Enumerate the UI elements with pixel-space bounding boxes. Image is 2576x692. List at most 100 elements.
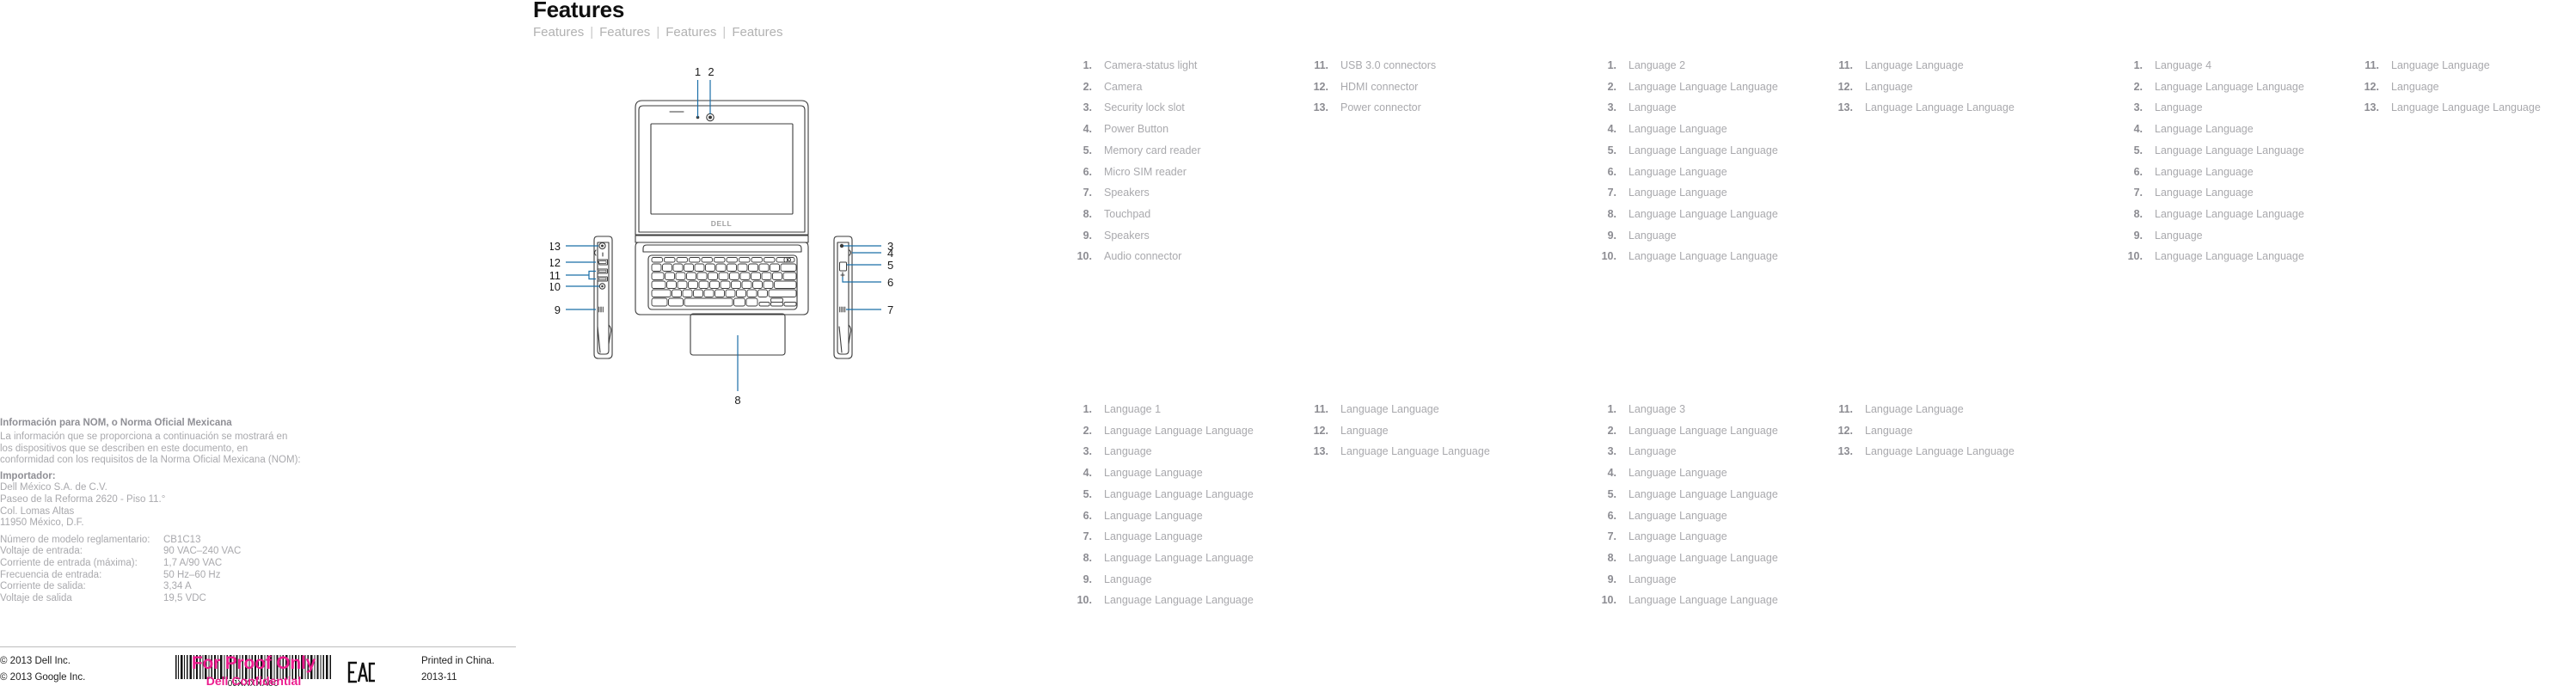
- feature-item-label: Language Language: [1104, 530, 1203, 543]
- feature-item-label: Micro SIM reader: [1104, 165, 1187, 178]
- feature-item: 6. Micro SIM reader: [1066, 162, 1303, 183]
- feature-item-label: Language: [2155, 101, 2203, 114]
- feature-item: 5. Language Language Language: [1591, 484, 1827, 505]
- nom-spec-row: Corriente de entrada (máxima): 1,7 A/90 V…: [0, 558, 241, 570]
- feature-item-label: Camera-status light: [1104, 59, 1198, 71]
- feature-column: 11. USB 3.0 connectors 12. HDMI connector 13…: [1303, 55, 1539, 267]
- feature-item-number: 13.: [2364, 101, 2379, 114]
- feature-item-number: 10.: [1601, 594, 1616, 607]
- feature-item: 7. Language Language: [2117, 182, 2353, 204]
- feature-list-language-1-bottom: 1. Language 1 2. Language Language Language…: [1066, 399, 1539, 611]
- feature-item: 13. Language Language Language: [1827, 441, 2064, 462]
- feature-item: 4. Language Language: [2117, 119, 2353, 140]
- feature-item-number: 11.: [1838, 59, 1853, 71]
- feature-item: 10. Audio connector: [1066, 246, 1303, 267]
- feature-item-label: Language: [1628, 573, 1677, 585]
- feature-item-number: 12.: [1313, 80, 1328, 93]
- callout-label-6: 6: [887, 276, 893, 289]
- feature-item-number: 7.: [1083, 187, 1092, 199]
- feature-item-number: 4.: [1083, 123, 1092, 136]
- feature-item-label: Language Language Language: [1628, 144, 1778, 156]
- nom-spec-row: Corriente de salida: 3,34 A: [0, 581, 241, 593]
- feature-item-label: Touchpad: [1104, 207, 1151, 220]
- feature-item: 2. Language Language Language: [1591, 420, 1827, 442]
- feature-item-label: HDMI connector: [1340, 80, 1419, 93]
- feature-item-label: Language Language: [1104, 467, 1203, 480]
- nom-spec-value: 1,7 A/90 VAC: [163, 557, 223, 568]
- feature-item: 12. HDMI connector: [1303, 77, 1539, 98]
- feature-item-number: 8.: [1607, 551, 1616, 564]
- nom-spec-row: Voltaje de salida 19,5 VDC: [0, 593, 241, 605]
- feature-item: 2. Language Language Language: [2117, 77, 2353, 98]
- feature-item: 10. Language Language Language: [2117, 246, 2353, 267]
- feature-item-number: 13.: [1837, 445, 1853, 458]
- feature-item-number: 6.: [1607, 165, 1616, 178]
- feature-item-number: 5.: [1607, 487, 1616, 500]
- subtitle-link-1[interactable]: Features: [533, 25, 584, 40]
- feature-item-label: Language Language Language: [1628, 424, 1778, 437]
- feature-item-number: 1.: [1083, 403, 1092, 415]
- feature-item-label: Language Language: [1628, 123, 1727, 136]
- feature-item-number: 11.: [1314, 59, 1328, 71]
- feature-item-label: Language Language: [2155, 123, 2254, 136]
- feature-item-number: 10.: [1076, 594, 1092, 607]
- feature-item-label: Language Language Language: [1628, 487, 1778, 500]
- feature-item-number: 4.: [1083, 467, 1092, 480]
- subtitle-separator: |: [656, 25, 660, 40]
- feature-item: 11. Language Language: [1303, 399, 1539, 420]
- feature-item-number: 7.: [1083, 530, 1092, 543]
- subtitle-link-4[interactable]: Features: [732, 25, 782, 40]
- feature-item: 7. Language Language: [1591, 526, 1827, 548]
- feature-item-number: 9.: [1083, 229, 1092, 242]
- feature-item: 3. Security lock slot: [1066, 97, 1303, 119]
- feature-item-label: Language Language Language: [1865, 101, 2015, 114]
- feature-item: 9. Speakers: [1066, 225, 1303, 247]
- nom-address-line-3: Col. Lomas Altas: [0, 505, 75, 517]
- print-info-line-2: 2013-11: [421, 672, 457, 683]
- feature-item-number: 12.: [1313, 424, 1328, 437]
- feature-item-number: 4.: [1607, 467, 1616, 480]
- feature-item-number: 10.: [2127, 250, 2143, 263]
- feature-item: 7. Language Language: [1591, 182, 1827, 204]
- feature-item: 3. Language: [1066, 441, 1303, 462]
- feature-item: 9. Language: [2117, 225, 2353, 247]
- feature-item-label: Camera: [1104, 80, 1143, 93]
- feature-item-label: Language Language: [1865, 59, 1964, 71]
- subtitle-link-2[interactable]: Features: [599, 25, 650, 40]
- subtitle-separator: |: [722, 25, 727, 40]
- feature-item-number: 9.: [1083, 573, 1092, 585]
- feature-item: 5. Language Language Language: [2117, 140, 2353, 162]
- feature-item-number: 3.: [1607, 101, 1616, 114]
- feature-column: 1. Language 3 2. Language Language Language…: [1591, 399, 1827, 611]
- feature-item-number: 2.: [1083, 80, 1092, 93]
- barcode-number-text: 0JXXXXA00: [227, 679, 279, 689]
- feature-item-number: 10.: [1601, 250, 1616, 263]
- feature-item: 12. Language: [1827, 420, 2064, 442]
- feature-item: 1. Language 4: [2117, 55, 2353, 77]
- subtitle-link-3[interactable]: Features: [665, 25, 716, 40]
- feature-item-number: 1.: [1607, 59, 1616, 71]
- page-footer: © 2013 Dell Inc. © 2013 Google Inc. 0JXX…: [0, 653, 516, 692]
- feature-item-label: Language Language Language: [1628, 207, 1778, 220]
- feature-item-number: 1.: [2133, 59, 2143, 71]
- feature-column: 11. Language Language 12. Language 13. Langua…: [1827, 399, 2064, 611]
- feature-list-language-3-bottom: 1. Language 3 2. Language Language Language…: [1591, 399, 2064, 611]
- feature-item-label: Language Language Language: [1104, 424, 1254, 437]
- subtitle-separator: |: [590, 25, 594, 40]
- page-title: Features: [533, 0, 624, 22]
- feature-item-label: Language Language Language: [1104, 594, 1254, 607]
- feature-item-number: 13.: [1313, 445, 1328, 458]
- feature-item: 2. Language Language Language: [1591, 77, 1827, 98]
- feature-item: 11. USB 3.0 connectors: [1303, 55, 1539, 77]
- nom-spec-row: Frecuencia de entrada: 50 Hz–60 Hz: [0, 570, 241, 582]
- feature-item-number: 12.: [1837, 424, 1853, 437]
- nom-spec-row: Voltaje de entrada: 90 VAC–240 VAC: [0, 546, 241, 558]
- feature-item-number: 13.: [1837, 101, 1853, 114]
- callout-label-4: 4: [887, 247, 893, 260]
- nom-spec-label: Frecuencia de entrada:: [0, 569, 102, 580]
- eac-conformity-icon: [347, 661, 375, 683]
- feature-item-label: Language 4: [2155, 59, 2212, 71]
- feature-item-label: Language Language Language: [1628, 80, 1778, 93]
- feature-item: 13. Language Language Language: [1303, 441, 1539, 462]
- feature-item-number: 5.: [1083, 144, 1092, 156]
